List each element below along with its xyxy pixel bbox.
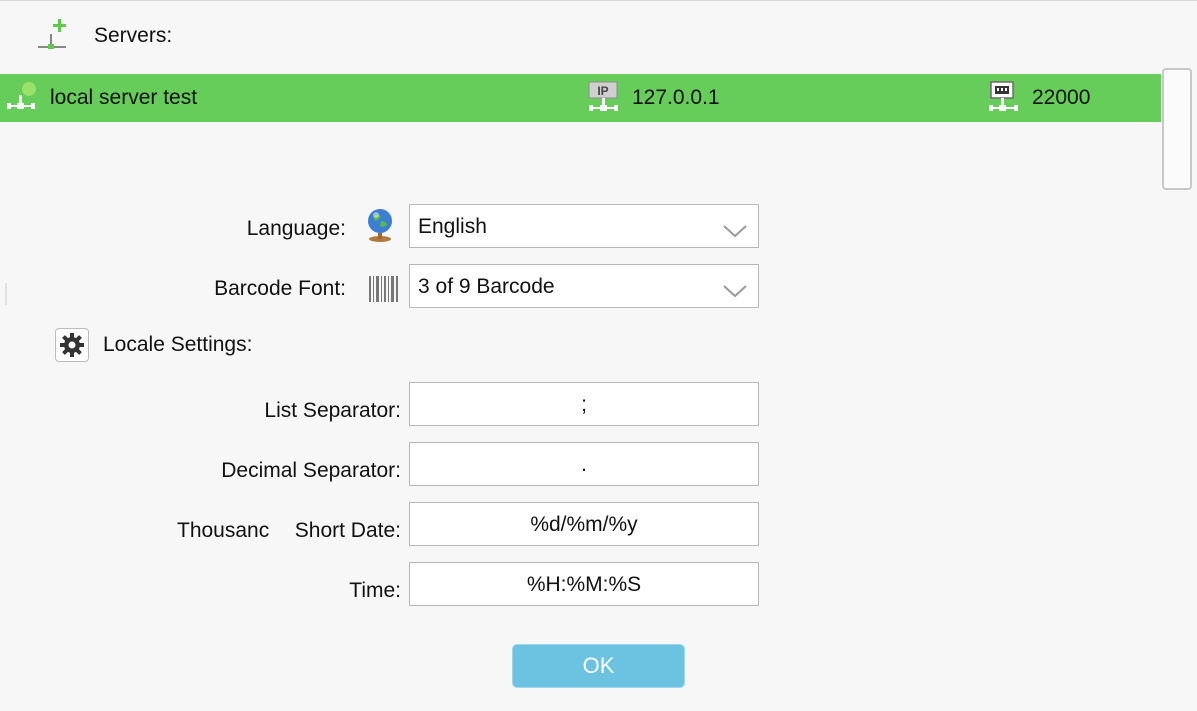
- short-date-label: Short Date:: [294, 519, 401, 542]
- panel-edge-mark: [5, 283, 7, 305]
- server-row[interactable]: local server test IP 127.0.0.1 22000: [0, 74, 1161, 122]
- barcode-font-label: Barcode Font:: [214, 277, 346, 300]
- server-list-scrollbar[interactable]: [1162, 68, 1192, 190]
- short-date-input[interactable]: %d/%m/%y: [409, 502, 759, 546]
- server-ip: 127.0.0.1: [632, 86, 720, 109]
- server-ip-cell: IP 127.0.0.1: [588, 74, 720, 122]
- server-port-cell: 22000: [988, 74, 1090, 122]
- list-separator-value: ;: [581, 393, 587, 416]
- servers-label: Servers:: [94, 24, 173, 47]
- language-label: Language:: [246, 217, 346, 240]
- chevron-down-icon: [722, 220, 748, 244]
- locale-settings-header: Locale Settings:: [55, 328, 252, 362]
- add-server-icon[interactable]: [36, 16, 72, 56]
- decimal-separator-value: .: [581, 453, 587, 476]
- language-select[interactable]: English: [409, 204, 759, 248]
- barcode-font-select[interactable]: 3 of 9 Barcode: [409, 264, 759, 308]
- globe-icon: [365, 207, 395, 248]
- ok-button[interactable]: OK: [512, 644, 685, 688]
- thousand-separator-label: Thousanc: [177, 519, 270, 542]
- port-icon: [988, 80, 1020, 116]
- ip-icon: IP: [588, 80, 620, 116]
- list-separator-input[interactable]: ;: [409, 382, 759, 426]
- barcode-icon: [368, 274, 400, 309]
- server-status-icon: [6, 81, 38, 115]
- server-port: 22000: [1032, 86, 1091, 109]
- barcode-font-value: 3 of 9 Barcode: [418, 275, 555, 298]
- servers-header: Servers:: [36, 14, 172, 58]
- chevron-down-icon: [722, 280, 748, 304]
- server-name-cell: local server test: [6, 74, 197, 122]
- top-divider: [0, 0, 1197, 1]
- time-label: Time:: [349, 579, 401, 602]
- decimal-separator-input[interactable]: .: [409, 442, 759, 486]
- time-input[interactable]: %H:%M:%S: [409, 562, 759, 606]
- time-value: %H:%M:%S: [526, 573, 642, 596]
- svg-text:IP: IP: [597, 84, 608, 98]
- language-value: English: [418, 215, 487, 238]
- list-separator-label: List Separator:: [264, 399, 401, 422]
- locale-settings-label: Locale Settings:: [103, 333, 253, 356]
- short-date-value: %d/%m/%y: [530, 513, 638, 536]
- server-name: local server test: [50, 86, 198, 109]
- gear-icon: [55, 328, 89, 362]
- decimal-separator-label: Decimal Separator:: [221, 459, 401, 482]
